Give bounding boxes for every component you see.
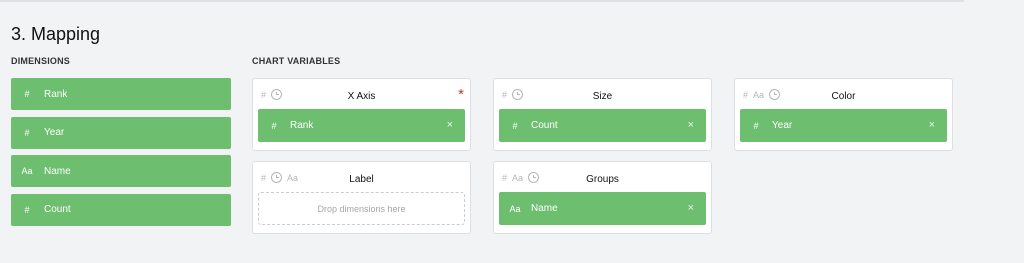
number-type-icon: #: [512, 120, 518, 131]
chart-variables-label: CHART VARIABLES: [252, 56, 341, 66]
variable-card-label: # Aa Label Drop dimensions here: [252, 161, 471, 234]
card-header: # Aa Label: [253, 162, 470, 192]
dimension-item-count[interactable]: # Count: [11, 193, 231, 226]
dimensions-label: DIMENSIONS: [11, 56, 71, 66]
variable-card-color: # Aa Color # Year ×: [734, 78, 953, 151]
section-title: 3. Mapping: [11, 24, 101, 44]
card-header: # Aa Color: [735, 79, 952, 109]
number-type-icon: #: [24, 89, 30, 99]
card-title: Size: [592, 91, 613, 102]
dimension-label: Count: [44, 204, 71, 215]
card-header: # X Axis *: [253, 79, 470, 109]
close-icon[interactable]: ×: [688, 202, 694, 214]
mapped-dimension-label: Rank: [290, 120, 314, 131]
card-header: # Size: [494, 79, 711, 109]
card-title: X Axis: [347, 91, 376, 102]
variable-card-size: # Size # Count ×: [493, 78, 712, 151]
text-type-icon: Aa: [21, 166, 33, 176]
drop-zone[interactable]: Drop dimensions here: [258, 192, 465, 225]
mapped-dimension-name[interactable]: Aa Name ×: [499, 192, 706, 225]
dimension-label: Rank: [44, 88, 68, 100]
mapped-dimension-label: Name: [531, 203, 558, 214]
card-header: # Aa Groups: [494, 162, 711, 192]
dimensions-list: # Rank # Year Aa Name # Count: [11, 78, 231, 232]
mapped-dimension-label: Count: [531, 120, 558, 131]
top-divider: [0, 0, 964, 2]
dimension-item-rank[interactable]: # Rank: [11, 78, 231, 110]
number-type-icon: #: [753, 120, 759, 131]
card-title: Label: [349, 174, 374, 185]
close-icon[interactable]: ×: [929, 119, 935, 131]
close-icon[interactable]: ×: [447, 119, 453, 131]
variable-card-groups: # Aa Groups Aa Name ×: [493, 161, 712, 234]
required-asterisk-icon: *: [458, 86, 464, 103]
card-title: Color: [831, 91, 856, 102]
text-type-icon: Aa: [509, 203, 521, 214]
mapped-dimension-year[interactable]: # Year ×: [740, 109, 947, 142]
number-type-icon: #: [271, 120, 277, 131]
dimension-label: Year: [44, 127, 65, 138]
close-icon[interactable]: ×: [688, 119, 694, 131]
mapped-dimension-count[interactable]: # Count ×: [499, 109, 706, 142]
card-title: Groups: [586, 174, 619, 185]
dimension-item-name[interactable]: Aa Name: [11, 155, 231, 187]
number-type-icon: #: [24, 204, 30, 215]
number-type-icon: #: [24, 127, 30, 138]
dimension-label: Name: [44, 165, 71, 177]
mapped-dimension-label: Year: [772, 120, 793, 131]
dimension-item-year[interactable]: # Year: [11, 116, 231, 149]
variable-card-x-axis: # X Axis * # Rank ×: [252, 78, 471, 151]
mapped-dimension-rank[interactable]: # Rank ×: [258, 109, 465, 142]
